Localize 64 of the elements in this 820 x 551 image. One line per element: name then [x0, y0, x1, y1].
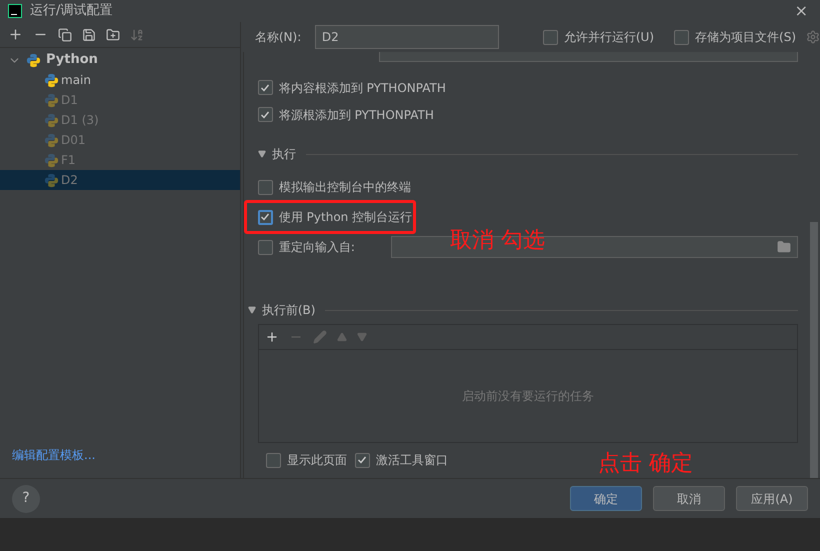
checkbox[interactable] [674, 30, 690, 44]
checkbox[interactable] [258, 210, 273, 224]
option-label: 将内容根添加到 PYTHONPATH [278, 80, 446, 96]
dialog-button[interactable]: 应用(A) [736, 486, 808, 511]
python-icon [44, 92, 59, 108]
option-label: 将源根添加到 PYTHONPATH [278, 106, 434, 124]
checkbox[interactable] [266, 452, 281, 468]
add-icon[interactable] [8, 27, 23, 42]
annotation-text: 取消 勾选 [450, 227, 545, 255]
check-icon [260, 110, 270, 120]
edit-icon [312, 330, 327, 344]
copy-icon[interactable] [58, 28, 72, 42]
option-label: 模拟输出控制台中的终端 [278, 179, 411, 196]
settings-icon[interactable] [806, 30, 820, 44]
name-field[interactable]: D2 [314, 25, 499, 49]
add-icon[interactable] [264, 330, 279, 344]
window-title: 运行/调试配置 [30, 2, 112, 20]
checkbox[interactable] [258, 240, 273, 254]
tree-item[interactable]: D2 [0, 170, 240, 190]
tree-item[interactable]: D1 [0, 90, 240, 110]
folder-plus-icon[interactable] [106, 28, 120, 42]
help-button[interactable]: ? [12, 484, 40, 512]
option-label: 允许并行运行(U) [564, 29, 654, 46]
python-icon [44, 72, 59, 88]
section-title: 执行 [272, 146, 296, 163]
option-label: 使用 Python 控制台运行 [278, 209, 412, 226]
scrollbar-thumb[interactable] [810, 222, 818, 478]
check-icon [357, 455, 368, 465]
dialog-button[interactable]: 取消 [653, 486, 725, 511]
tree-item[interactable]: main [0, 70, 240, 90]
python-icon [44, 152, 59, 168]
check-icon [260, 82, 270, 92]
python-icon [44, 112, 59, 128]
tree-item[interactable]: D1 (3) [0, 110, 240, 130]
checkbox[interactable] [258, 80, 273, 95]
collapse-icon[interactable] [248, 306, 256, 314]
annotation-text: 点击 确定 [598, 450, 693, 478]
move-down-icon [356, 332, 367, 342]
edit-templates-link[interactable]: 编辑配置模板... [12, 446, 96, 464]
checkbox[interactable] [542, 30, 558, 44]
app-logo-icon [8, 4, 22, 18]
tree-item[interactable]: D01 [0, 130, 240, 150]
tree-item[interactable]: F1 [0, 150, 240, 170]
python-icon [44, 132, 59, 148]
option-label: 显示此页面 [286, 452, 347, 469]
python-icon [26, 52, 41, 68]
name-label: 名称(N): [254, 29, 302, 46]
collapse-icon[interactable] [258, 150, 266, 158]
python-icon [44, 172, 59, 188]
empty-message: 启动前没有要运行的任务 [462, 388, 594, 405]
option-label: 激活工具窗口 [376, 452, 448, 469]
checkbox[interactable] [258, 107, 273, 122]
checkbox[interactable] [258, 180, 273, 194]
move-up-icon [336, 332, 347, 342]
check-icon [260, 212, 270, 222]
checkbox[interactable] [354, 452, 370, 468]
close-button[interactable]: × [790, 3, 812, 19]
option-label: 重定向输入自: [278, 239, 355, 256]
dialog-button[interactable]: 确定 [570, 486, 642, 511]
section-title: 执行前(B) [262, 302, 316, 319]
option-label: 存储为项目文件(S) [695, 29, 796, 46]
save-icon[interactable] [82, 28, 96, 42]
folder-icon[interactable] [777, 240, 791, 254]
tree-group-label[interactable]: Python [46, 50, 98, 70]
